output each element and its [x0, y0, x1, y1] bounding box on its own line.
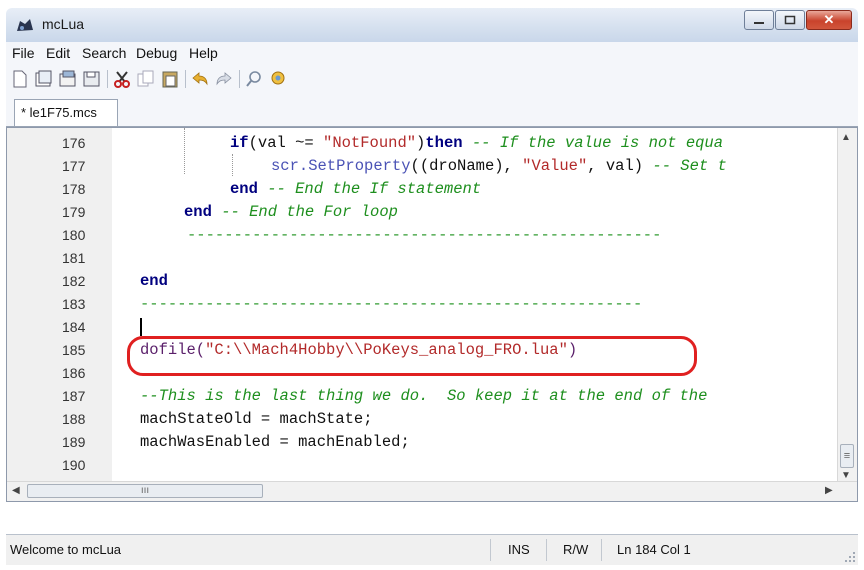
close-icon: ✕ — [823, 12, 835, 27]
save-button[interactable] — [82, 69, 102, 89]
scroll-down-icon[interactable]: ▼ — [841, 470, 851, 481]
scroll-right-icon[interactable]: ▶ — [825, 485, 833, 496]
open-file-icon — [35, 70, 52, 87]
code-line: if(val ~= "NotFound")then -- If the valu… — [230, 134, 724, 152]
redo-button[interactable] — [214, 69, 234, 89]
status-message: Welcome to mcLua — [10, 542, 122, 557]
menu-search[interactable]: Search — [82, 45, 126, 61]
status-separator — [546, 539, 547, 561]
toolbar-separator — [107, 70, 108, 88]
code-line: ----------------------------------------… — [187, 226, 662, 244]
maximize-button[interactable] — [775, 10, 805, 30]
line-number: 179 — [62, 204, 86, 220]
toolbar-separator — [239, 70, 240, 88]
code-text-area[interactable]: if(val ~= "NotFound")then -- If the valu… — [112, 128, 838, 483]
mclua-window: mcLua ✕ File Edit Search Debug Help * le… — [0, 0, 864, 570]
redo-icon — [216, 72, 232, 86]
text-cursor — [140, 318, 142, 336]
close-button[interactable]: ✕ — [806, 10, 852, 30]
menu-debug[interactable]: Debug — [136, 45, 177, 61]
undo-icon — [192, 72, 208, 86]
maximize-icon — [784, 15, 796, 25]
code-line: ----------------------------------------… — [140, 295, 643, 313]
open-folder-button[interactable] — [58, 69, 78, 89]
line-number: 183 — [62, 296, 86, 312]
open-file-button[interactable] — [34, 69, 54, 89]
cut-icon — [114, 71, 130, 88]
menu-bar: File Edit Search Debug Help — [6, 42, 858, 65]
code-line-dofile: dofile("C:\\Mach4Hobby\\PoKeys_analog_FR… — [140, 341, 578, 359]
window-controls: ✕ — [743, 10, 852, 30]
line-number: 182 — [62, 273, 86, 289]
vertical-scrollbar[interactable]: ▲ ≡ ▼ — [837, 128, 857, 483]
code-line: machWasEnabled = machEnabled; — [140, 433, 410, 451]
paste-button[interactable] — [160, 69, 180, 89]
code-editor[interactable]: 176 177 178 179 180 181 182 183 184 185 … — [6, 127, 858, 502]
copy-icon — [137, 70, 154, 87]
code-line: end -- End the For loop — [184, 203, 398, 221]
line-number: 188 — [62, 411, 86, 427]
line-number: 186 — [62, 365, 86, 381]
menu-edit[interactable]: Edit — [46, 45, 70, 61]
status-bar: Welcome to mcLua INS R/W Ln 184 Col 1 — [6, 534, 858, 565]
status-separator — [490, 539, 491, 561]
new-file-button[interactable] — [10, 69, 30, 89]
line-number: 190 — [62, 457, 86, 473]
code-line: --This is the last thing we do. So keep … — [140, 387, 708, 405]
minimize-icon — [754, 22, 764, 24]
line-number-gutter: 176 177 178 179 180 181 182 183 184 185 … — [7, 128, 112, 496]
minimize-button[interactable] — [744, 10, 774, 30]
line-number: 185 — [62, 342, 86, 358]
code-line: end -- End the If statement — [230, 180, 482, 198]
paste-icon — [162, 71, 178, 88]
tab-label: * le1F75.mcs — [21, 105, 97, 120]
line-number: 177 — [62, 158, 86, 174]
save-icon — [83, 71, 100, 87]
menu-file[interactable]: File — [12, 45, 35, 61]
line-number: 189 — [62, 434, 86, 450]
vertical-scroll-thumb[interactable]: ≡ — [840, 444, 854, 468]
status-separator — [601, 539, 602, 561]
status-insert-mode: INS — [508, 542, 530, 557]
title-bar[interactable]: mcLua ✕ — [6, 8, 858, 42]
new-file-icon — [13, 70, 27, 88]
replace-icon — [271, 71, 285, 85]
line-number: 176 — [62, 135, 86, 151]
copy-button[interactable] — [136, 69, 156, 89]
tab-le1F75[interactable]: * le1F75.mcs — [14, 99, 118, 126]
tab-bar: * le1F75.mcs — [6, 94, 858, 127]
line-number: 187 — [62, 388, 86, 404]
code-line: machStateOld = machState; — [140, 410, 373, 428]
open-folder-icon — [59, 70, 76, 87]
window-title: mcLua — [42, 16, 85, 32]
status-access-mode: R/W — [563, 542, 589, 557]
scroll-left-icon[interactable]: ◀ — [12, 485, 20, 496]
horizontal-scroll-thumb[interactable]: ııı — [27, 484, 263, 498]
find-button[interactable] — [244, 69, 264, 89]
line-number: 181 — [62, 250, 86, 266]
find-icon — [246, 71, 261, 87]
status-cursor-position: Ln 184 Col 1 — [617, 542, 691, 557]
undo-button[interactable] — [190, 69, 210, 89]
toolbar-separator — [185, 70, 186, 88]
cut-button[interactable] — [112, 69, 132, 89]
mclua-app-icon — [17, 19, 33, 31]
line-number: 180 — [62, 227, 86, 243]
toolbar — [6, 64, 858, 94]
line-number: 184 — [62, 319, 86, 335]
line-number: 178 — [62, 181, 86, 197]
code-line: scr.SetProperty((droName), "Value", val)… — [271, 157, 727, 175]
horizontal-scrollbar[interactable]: ◀ ııı ▶ — [7, 481, 857, 501]
scroll-up-icon[interactable]: ▲ — [841, 132, 851, 143]
code-line: end — [140, 272, 168, 290]
replace-button[interactable] — [268, 69, 288, 89]
menu-help[interactable]: Help — [189, 45, 218, 61]
resize-grip-icon[interactable] — [844, 551, 856, 563]
